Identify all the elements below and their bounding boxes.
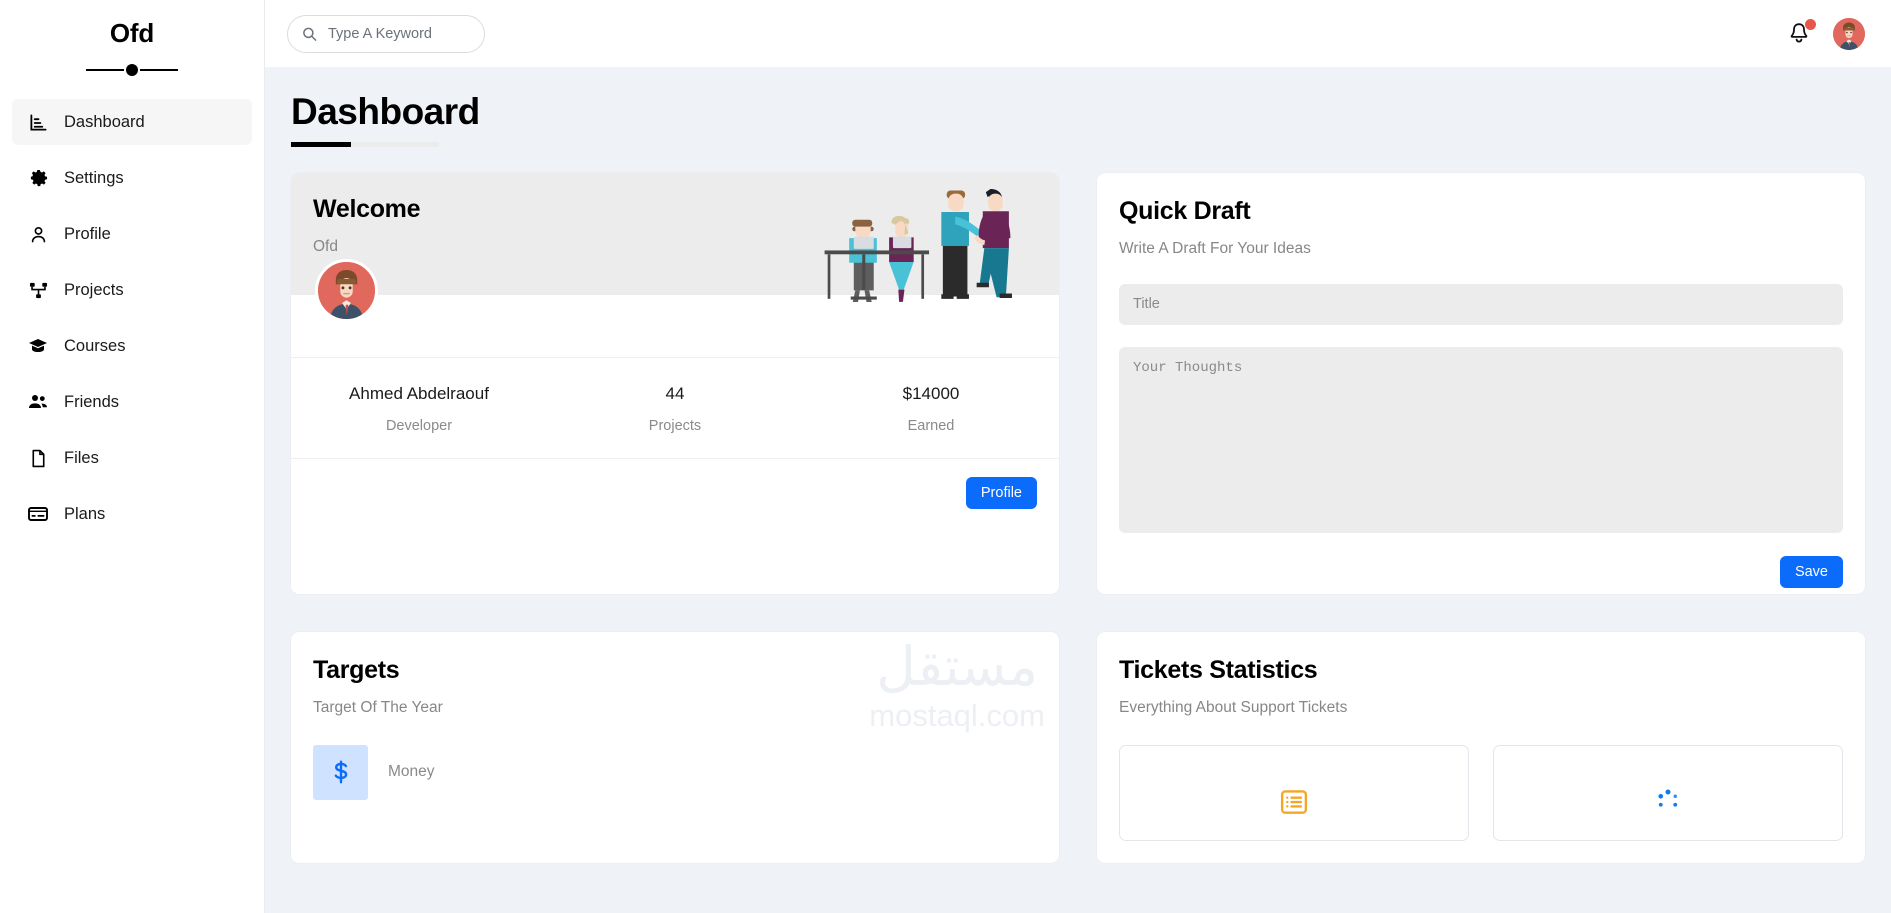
welcome-header: Welcome Ofd <box>291 172 1059 305</box>
dollar-icon <box>313 744 368 800</box>
save-button[interactable]: Save <box>1779 555 1843 588</box>
sitemap-icon <box>28 280 48 300</box>
users-icon <box>28 392 48 412</box>
graduation-cap-icon <box>28 336 48 356</box>
target-label: Money <box>388 763 435 781</box>
draft-body-textarea[interactable] <box>1119 346 1843 533</box>
stat-value: Ahmed Abdelraouf <box>349 383 489 403</box>
brand-divider-line-left <box>86 69 124 71</box>
sidebar-item-dashboard[interactable]: Dashboard <box>12 99 252 145</box>
stat-value: 44 <box>665 383 685 403</box>
search-icon <box>302 26 317 41</box>
welcome-card: Welcome Ofd Ahmed Abdelraouf Developer 4… <box>291 172 1059 594</box>
sidebar-item-label: Files <box>64 448 99 467</box>
spinner-icon <box>1658 789 1678 807</box>
sidebar-item-label: Settings <box>64 168 124 187</box>
list-icon <box>1280 790 1308 814</box>
brand-divider <box>12 63 252 77</box>
ticket-box-pending[interactable] <box>1493 744 1843 841</box>
sidebar-nav: Dashboard Settings Profile Projects Cour… <box>12 99 252 537</box>
team-handshake-illustration <box>820 182 1035 307</box>
welcome-avatar <box>315 258 378 322</box>
file-icon <box>28 448 48 468</box>
stat-label: Earned <box>907 417 955 434</box>
sidebar-item-projects[interactable]: Projects <box>12 267 252 313</box>
user-avatar <box>1833 17 1865 50</box>
sidebar-item-courses[interactable]: Courses <box>12 323 252 369</box>
sidebar-item-label: Courses <box>64 336 126 355</box>
welcome-footer: Profile <box>291 459 1059 509</box>
credit-card-icon <box>28 504 48 524</box>
stat-label: Developer <box>385 417 453 434</box>
chart-bar-icon <box>28 112 48 132</box>
brand-divider-line-right <box>140 69 178 71</box>
main-area: Dashboard Welcome Ofd <box>265 0 1891 913</box>
page-title-underline <box>291 141 439 147</box>
topbar-actions <box>1787 17 1865 50</box>
quick-draft-card: Quick Draft Write A Draft For Your Ideas… <box>1097 172 1865 594</box>
gear-icon <box>28 168 48 188</box>
avatar[interactable] <box>1833 17 1865 50</box>
sidebar-item-label: Friends <box>64 392 120 411</box>
ticket-boxes <box>1119 744 1843 841</box>
sidebar-item-plans[interactable]: Plans <box>12 491 252 537</box>
sidebar-item-files[interactable]: Files <box>12 435 252 481</box>
topbar <box>265 0 1891 67</box>
dashboard-grid: Welcome Ofd Ahmed Abdelraouf Developer 4… <box>291 172 1865 863</box>
targets-subtitle: Target Of The Year <box>313 698 443 716</box>
stat-value: $14000 <box>902 383 960 403</box>
sidebar-item-profile[interactable]: Profile <box>12 211 252 257</box>
sidebar-item-label: Dashboard <box>64 112 145 131</box>
targets-title: Targets <box>313 655 400 684</box>
notification-badge <box>1805 18 1816 30</box>
page-title: Dashboard <box>291 91 480 132</box>
tickets-title: Tickets Statistics <box>1119 655 1318 684</box>
sidebar-item-label: Plans <box>64 504 106 523</box>
stat-earned: $14000 Earned <box>803 384 1059 434</box>
brand: Ofd <box>12 0 252 77</box>
sidebar-item-settings[interactable]: Settings <box>12 155 252 201</box>
targets-card: مستقل mostaql.com Targets Target Of The … <box>291 631 1059 863</box>
tickets-card: Tickets Statistics Everything About Supp… <box>1097 631 1865 863</box>
brand-title: Ofd <box>109 18 155 48</box>
user-icon <box>28 224 48 244</box>
welcome-stats: Ahmed Abdelraouf Developer 44 Projects $… <box>291 356 1059 459</box>
stat-name: Ahmed Abdelraouf Developer <box>291 384 547 434</box>
quick-draft-footer: Save <box>1119 555 1843 588</box>
draft-title-input[interactable] <box>1119 283 1843 325</box>
sidebar-item-label: Projects <box>64 280 124 299</box>
sidebar: Ofd Dashboard Settings Profile Projects … <box>0 0 265 913</box>
quick-draft-title: Quick Draft <box>1119 196 1251 225</box>
notifications-button[interactable] <box>1787 18 1816 47</box>
profile-button[interactable]: Profile <box>965 476 1037 509</box>
sidebar-item-label: Profile <box>64 224 111 243</box>
tickets-subtitle: Everything About Support Tickets <box>1119 698 1348 716</box>
search-container <box>287 14 485 53</box>
stat-projects: 44 Projects <box>547 384 803 434</box>
quick-draft-subtitle: Write A Draft For Your Ideas <box>1119 239 1311 257</box>
app-root: Ofd Dashboard Settings Profile Projects … <box>0 0 1891 913</box>
target-row: Money <box>313 744 1037 800</box>
stat-label: Projects <box>648 417 702 434</box>
ticket-box-list[interactable] <box>1119 744 1469 841</box>
brand-divider-dot <box>126 64 138 76</box>
sidebar-item-friends[interactable]: Friends <box>12 379 252 425</box>
user-avatar <box>318 261 375 319</box>
content-area: Dashboard Welcome Ofd Ahmed Abdelraouf D… <box>265 67 1891 913</box>
watermark: مستقل mostaql.com <box>869 639 1045 734</box>
